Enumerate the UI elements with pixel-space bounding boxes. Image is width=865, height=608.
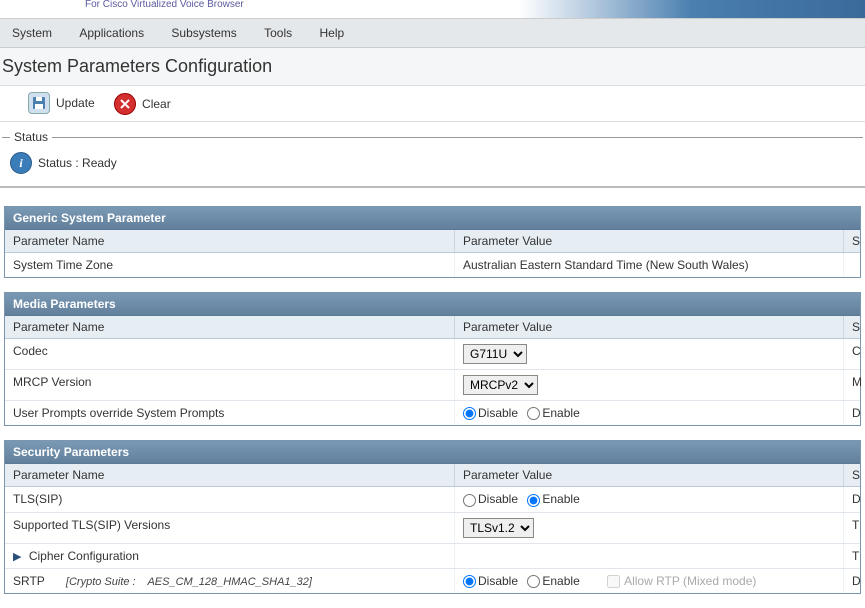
status-legend: Status [10, 130, 52, 144]
srtp-enable-radio[interactable]: Enable [527, 574, 579, 588]
col-header-value: Parameter Value [455, 464, 844, 486]
table-row: MRCP Version MRCPv2 M [5, 370, 860, 401]
security-panel-header: Security Parameters [5, 441, 860, 464]
col-header-name: Parameter Name [5, 230, 455, 252]
srtp-disable-radio[interactable]: Disable [463, 574, 518, 588]
menubar: System Applications Subsystems Tools Hel… [0, 18, 865, 48]
toolbar: Update Clear [0, 86, 865, 122]
prompts-enable-radio[interactable]: Enable [527, 406, 579, 420]
param-prompts-name: User Prompts override System Prompts [5, 401, 455, 425]
param-timezone-value: Australian Eastern Standard Time (New So… [455, 253, 844, 277]
table-row: TLS(SIP) Disable Enable D [5, 487, 860, 512]
menu-applications[interactable]: Applications [67, 24, 156, 42]
param-mrcp-name: MRCP Version [5, 370, 455, 400]
update-button[interactable]: Update [28, 92, 95, 114]
page-title: System Parameters Configuration [0, 48, 865, 86]
cipher-label: Cipher Configuration [29, 549, 139, 563]
info-icon: i [10, 152, 32, 174]
prompts-radio-group: Disable Enable [463, 406, 586, 420]
status-panel: Status i Status : Ready [2, 130, 863, 178]
table-row: System Time Zone Australian Eastern Stan… [5, 253, 860, 277]
status-text: Status : Ready [38, 156, 117, 170]
clear-button[interactable]: Clear [114, 93, 171, 115]
generic-panel: Generic System Parameter Parameter Name … [4, 206, 861, 278]
media-panel: Media Parameters Parameter Name Paramete… [4, 292, 861, 426]
tlsver-select[interactable]: TLSv1.2 [463, 518, 534, 538]
prompts-disable-radio[interactable]: Disable [463, 406, 518, 420]
security-panel: Security Parameters Parameter Name Param… [4, 440, 861, 594]
param-timezone-name: System Time Zone [5, 253, 455, 277]
clear-label: Clear [142, 97, 171, 111]
param-codec-name: Codec [5, 339, 455, 369]
col-header-s: S [844, 230, 860, 252]
param-tlsver-name: Supported TLS(SIP) Versions [5, 513, 455, 543]
param-tls-name: TLS(SIP) [5, 487, 455, 511]
tls-enable-radio[interactable]: Enable [527, 492, 579, 506]
col-header-s: S [844, 316, 860, 338]
col-header-name: Parameter Name [5, 464, 455, 486]
table-row: Supported TLS(SIP) Versions TLSv1.2 T [5, 513, 860, 544]
generic-panel-header: Generic System Parameter [5, 207, 860, 230]
menu-tools[interactable]: Tools [252, 24, 304, 42]
srtp-radio-group: Disable Enable [463, 574, 589, 588]
table-row: Codec G711U C [5, 339, 860, 370]
tls-disable-radio[interactable]: Disable [463, 492, 518, 506]
col-header-name: Parameter Name [5, 316, 455, 338]
media-panel-header: Media Parameters [5, 293, 860, 316]
save-icon [28, 92, 50, 114]
cancel-icon [114, 93, 136, 115]
menu-subsystems[interactable]: Subsystems [159, 24, 248, 42]
col-header-value: Parameter Value [455, 230, 844, 252]
col-header-value: Parameter Value [455, 316, 844, 338]
menu-system[interactable]: System [0, 24, 64, 42]
tls-radio-group: Disable Enable [463, 492, 586, 506]
codec-select[interactable]: G711U [463, 344, 527, 364]
param-srtp-name: SRTP [Crypto Suite : AES_CM_128_HMAC_SHA… [5, 569, 455, 593]
menu-help[interactable]: Help [307, 24, 356, 42]
table-row: User Prompts override System Prompts Dis… [5, 401, 860, 425]
update-label: Update [56, 96, 95, 110]
product-subtitle: For Cisco Virtualized Voice Browser [0, 0, 865, 18]
expand-arrow-icon[interactable]: ▶ [13, 550, 21, 563]
table-row: SRTP [Crypto Suite : AES_CM_128_HMAC_SHA… [5, 569, 860, 593]
param-cipher-row[interactable]: ▶ Cipher Configuration [5, 544, 455, 568]
mrcp-select[interactable]: MRCPv2 [463, 375, 538, 395]
table-row: ▶ Cipher Configuration T [5, 544, 860, 569]
allow-rtp-checkbox: Allow RTP (Mixed mode) [607, 574, 756, 588]
col-header-s: S [844, 464, 860, 486]
